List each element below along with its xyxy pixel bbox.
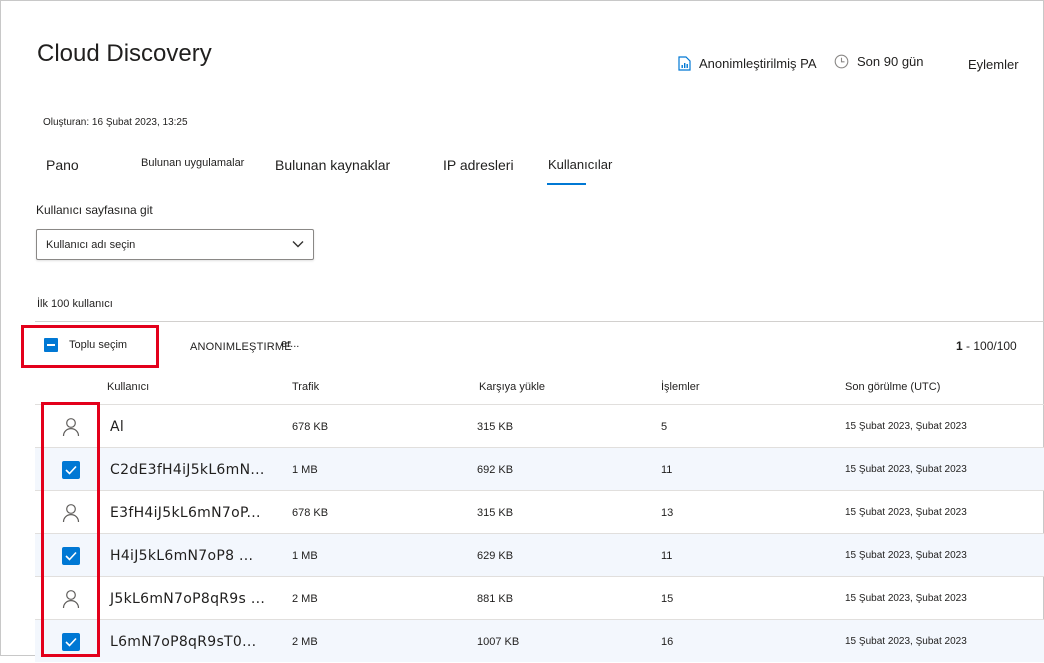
pager-current: 1 [956, 339, 963, 353]
actions-button[interactable]: Eylemler [968, 57, 1019, 72]
last-seen-value: 15 Şubat 2023, Şubat 2023 [845, 550, 967, 561]
bulk-select-button[interactable]: Toplu seçim [44, 338, 127, 352]
upload-value: 315 KB [477, 420, 514, 433]
table-row[interactable]: Al 678 KB 315 KB 5 15 Şubat 2023, Şubat … [35, 404, 1044, 447]
bulk-select-label: Toplu seçim [69, 339, 128, 351]
table-row[interactable]: J5kL6mN7oP8qR9s ... 2 MB 881 KB 15 15 Şu… [35, 576, 1044, 619]
upload-value: 881 KB [477, 592, 514, 605]
column-header-traffic[interactable]: Trafik [292, 381, 319, 393]
tab-discovered-apps[interactable]: Bulunan uygulamalar [141, 157, 244, 169]
goto-user-label: Kullanıcı sayfasına git [36, 203, 153, 217]
pager-range: - 100/100 [962, 339, 1017, 353]
upload-value: 1007 KB [477, 635, 520, 648]
clock-icon [834, 54, 849, 69]
column-header-upload[interactable]: Karşıya yükle [479, 381, 545, 393]
report-selector[interactable]: Anonimleştirilmiş PA [678, 56, 817, 71]
tab-discovered-resources[interactable]: Bulunan kaynaklar [275, 157, 390, 173]
traffic-value: 2 MB [292, 635, 318, 648]
last-seen-value: 15 Şubat 2023, Şubat 2023 [845, 636, 967, 647]
tab-dashboard[interactable]: Pano [46, 157, 79, 173]
transactions-value: 16 [661, 635, 674, 648]
user-name-link[interactable]: L6mN7oP8qR9sT0... [110, 620, 256, 663]
user-select-dropdown[interactable]: Kullanıcı adı seçin [36, 229, 314, 260]
report-icon [678, 56, 691, 71]
more-button-fragment[interactable]: er... [281, 338, 299, 350]
tab-ip-addresses[interactable]: IP adresleri [443, 157, 514, 173]
page-title: Cloud Discovery [37, 40, 212, 67]
list-heading: İlk 100 kullanıcı [37, 298, 113, 310]
row-selection-highlight [41, 402, 100, 657]
transactions-value: 11 [661, 549, 673, 562]
toolbar-divider [35, 321, 1044, 322]
user-name-link[interactable]: H4iJ5kL6mN7oP8 ... [110, 534, 253, 577]
transactions-value: 15 [661, 592, 674, 605]
active-tab-indicator [547, 183, 586, 185]
upload-value: 629 KB [477, 549, 514, 562]
transactions-value: 5 [661, 420, 668, 433]
user-name-link[interactable]: J5kL6mN7oP8qR9s ... [110, 577, 265, 620]
user-name-link[interactable]: E3fH4iJ5kL6mN7oP... [110, 491, 261, 534]
user-select-value: Kullanıcı adı seçin [46, 238, 136, 251]
pager: 1 - 100/100 [956, 339, 1017, 353]
transactions-value: 11 [661, 463, 673, 476]
table-row[interactable]: H4iJ5kL6mN7oP8 ... 1 MB 629 KB 11 15 Şub… [35, 533, 1044, 576]
anonymize-button[interactable]: ANONIMLEŞTIRME [190, 341, 292, 353]
traffic-value: 1 MB [292, 463, 318, 476]
report-label: Anonimleştirilmiş PA [699, 56, 817, 71]
tab-users[interactable]: Kullanıcılar [548, 157, 612, 172]
period-label: Son 90 gün [857, 54, 924, 69]
table-row[interactable]: C2dE3fH4iJ5kL6mN... 1 MB 692 KB 11 15 Şu… [35, 447, 1044, 490]
last-seen-value: 15 Şubat 2023, Şubat 2023 [845, 507, 967, 518]
column-header-last-seen[interactable]: Son görülme (UTC) [845, 381, 940, 393]
upload-value: 692 KB [477, 463, 514, 476]
user-name-link[interactable]: Al [110, 405, 124, 448]
last-seen-value: 15 Şubat 2023, Şubat 2023 [845, 593, 967, 604]
traffic-value: 1 MB [292, 549, 318, 562]
traffic-value: 678 KB [292, 506, 329, 519]
indeterminate-checkbox-icon [44, 338, 58, 352]
period-selector[interactable]: Son 90 gün [834, 54, 924, 69]
transactions-value: 13 [661, 506, 674, 519]
chevron-down-icon [292, 241, 304, 248]
traffic-value: 2 MB [292, 592, 318, 605]
column-header-transactions[interactable]: İşlemler [661, 381, 700, 393]
created-info: Oluşturan: 16 Şubat 2023, 13:25 [43, 117, 188, 128]
actions-label: Eylemler [968, 57, 1019, 72]
column-header-user[interactable]: Kullanıcı [107, 381, 149, 393]
table-row[interactable]: E3fH4iJ5kL6mN7oP... 678 KB 315 KB 13 15 … [35, 490, 1044, 533]
upload-value: 315 KB [477, 506, 514, 519]
traffic-value: 678 KB [292, 420, 329, 433]
last-seen-value: 15 Şubat 2023, Şubat 2023 [845, 464, 967, 475]
last-seen-value: 15 Şubat 2023, Şubat 2023 [845, 421, 967, 432]
user-name-link[interactable]: C2dE3fH4iJ5kL6mN... [110, 448, 265, 491]
